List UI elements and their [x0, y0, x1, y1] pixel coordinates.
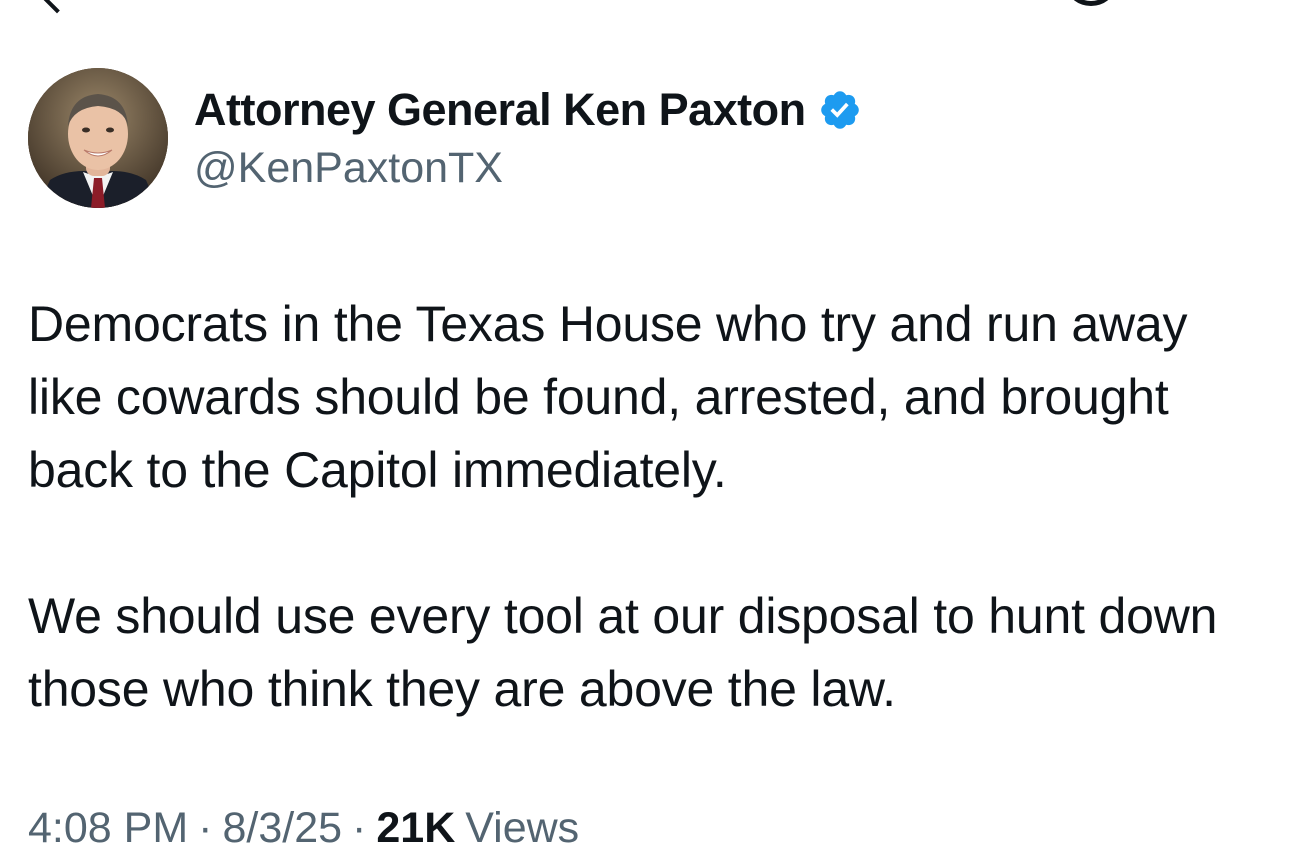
top-bar: [0, 0, 1290, 14]
tweet-paragraph-2: We should use every tool at our disposal…: [28, 588, 1218, 717]
verified-badge-svg: [820, 91, 859, 129]
author-identity: Attorney General Ken Paxton @KenPaxtonTX: [194, 78, 862, 193]
tweet-paragraph-1: Democrats in the Texas House who try and…: [28, 296, 1188, 498]
grok-icon[interactable]: [1068, 0, 1114, 6]
avatar[interactable]: [28, 68, 168, 208]
author-handle[interactable]: @KenPaxtonTX: [194, 144, 862, 193]
views-label[interactable]: Views: [465, 804, 579, 853]
tweet-date[interactable]: 8/3/25: [222, 804, 342, 853]
tweet-text: Democrats in the Texas House who try and…: [28, 288, 1268, 726]
display-name[interactable]: Attorney General Ken Paxton: [194, 84, 806, 136]
avatar-portrait: [28, 68, 168, 208]
tweet-metadata: 4:08 PM · 8/3/25 · 21K Views: [28, 804, 579, 853]
meta-separator: ·: [198, 804, 213, 852]
tweet-time[interactable]: 4:08 PM: [28, 804, 188, 853]
meta-separator: ·: [352, 804, 367, 852]
back-arrow-icon[interactable]: [38, 0, 76, 14]
verified-badge-icon[interactable]: [818, 88, 862, 132]
display-name-row: Attorney General Ken Paxton: [194, 78, 862, 142]
views-count[interactable]: 21K: [376, 804, 455, 853]
tweet-header: Attorney General Ken Paxton @KenPaxtonTX: [28, 68, 1228, 208]
